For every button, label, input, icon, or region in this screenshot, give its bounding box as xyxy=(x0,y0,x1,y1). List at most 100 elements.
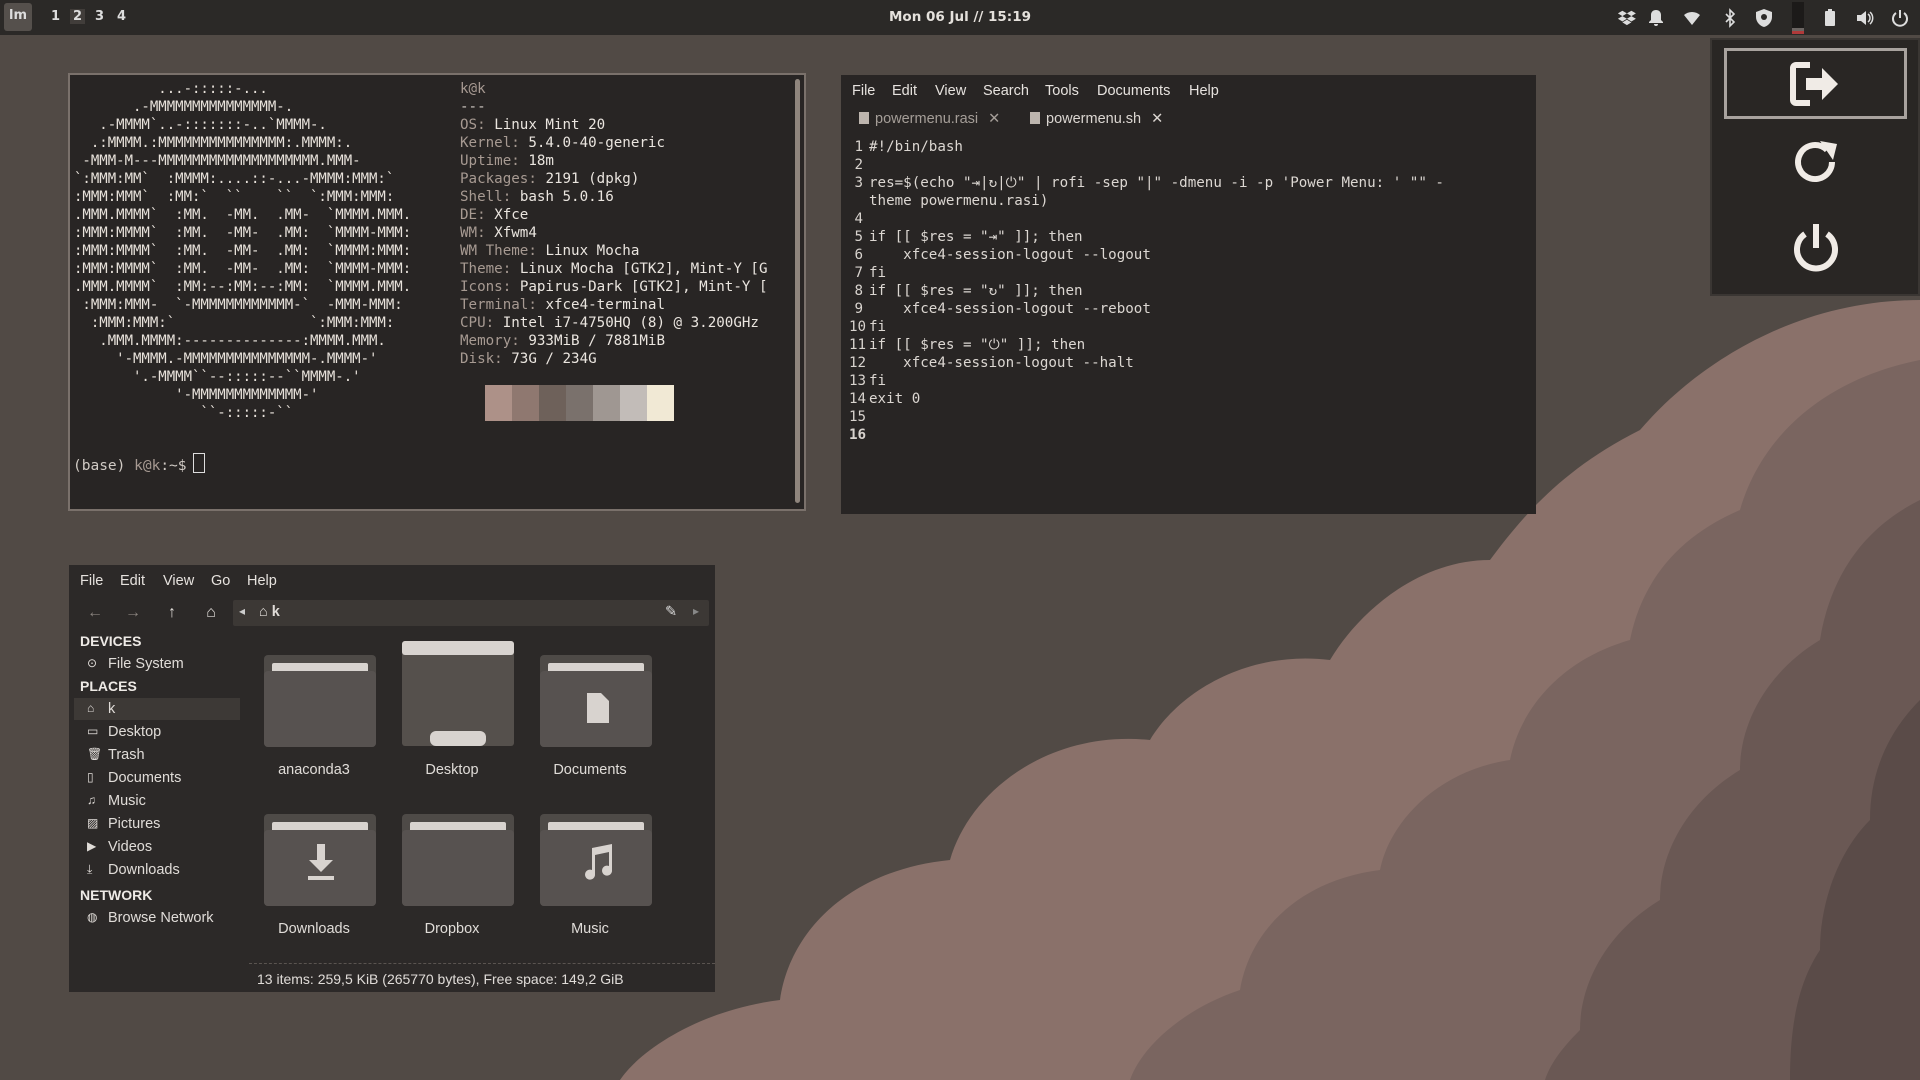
sidebar-item-file-system[interactable]: ⊙ File System xyxy=(74,653,240,675)
logout-option[interactable] xyxy=(1724,48,1907,119)
folder-anaconda3[interactable]: anaconda3 xyxy=(249,641,379,791)
path-bar[interactable]: ◂ ⌂ k ✎ ▸ xyxy=(233,600,709,626)
info-key: DE xyxy=(460,207,478,223)
editor-menu-edit[interactable]: Edit xyxy=(892,83,917,99)
code-line: 4 xyxy=(849,210,1444,228)
editor-tabs: powermenu.rasi ✕ powermenu.sh ✕ xyxy=(841,107,1536,133)
music-folder-icon xyxy=(540,814,652,906)
line-number: 14 xyxy=(849,391,867,407)
editor-menu-tools[interactable]: Tools xyxy=(1045,83,1079,99)
editor-menu-help[interactable]: Help xyxy=(1189,83,1219,99)
code-line: 14 exit 0 xyxy=(849,390,1444,408)
path-right-arrow-icon[interactable]: ▸ xyxy=(693,604,699,618)
sidebar-item-pictures[interactable]: ▨ Pictures xyxy=(74,813,240,835)
shutdown-option[interactable] xyxy=(1724,213,1907,284)
battery-icon[interactable] xyxy=(1820,8,1840,28)
edit-path-icon[interactable]: ✎ xyxy=(665,604,677,620)
reboot-option[interactable] xyxy=(1724,128,1907,199)
line-number: 7 xyxy=(854,265,863,281)
folder-label: anaconda3 xyxy=(278,762,350,778)
info-row-kernel: Kernel: 5.4.0-40-generic xyxy=(460,135,666,151)
editor-menu-documents[interactable]: Documents xyxy=(1097,83,1170,99)
up-button[interactable]: ↑ xyxy=(161,602,183,624)
line-text: xfce4-session-logout --logout xyxy=(869,247,1151,263)
code-area[interactable]: 1 #!/bin/bash 2 3 res=$(echo "⇥|↻|⏻" | rofi … xyxy=(849,138,1444,444)
path-crumb-home[interactable]: ⌂ k xyxy=(259,604,280,620)
folder-label: Desktop xyxy=(425,762,479,778)
power-icon[interactable] xyxy=(1890,8,1910,28)
tab-label: powermenu.rasi xyxy=(875,111,979,127)
picture-icon: ▨ xyxy=(87,816,99,830)
tab-powermenu-sh[interactable]: powermenu.sh ✕ xyxy=(1030,111,1163,127)
shield-icon[interactable] xyxy=(1754,8,1774,28)
wifi-icon[interactable] xyxy=(1682,8,1702,28)
user-host: k@k xyxy=(460,81,486,97)
sidebar-item-desktop[interactable]: ▭ Desktop xyxy=(74,721,240,743)
text-editor-window[interactable]: File Edit View Search Tools Documents He… xyxy=(841,75,1536,514)
downloads-folder-icon xyxy=(264,814,376,906)
fm-menu-file[interactable]: File xyxy=(80,573,103,589)
folder-music[interactable]: Music xyxy=(525,800,655,950)
forward-button[interactable]: → xyxy=(122,602,144,624)
info-key: Terminal xyxy=(460,297,529,313)
code-line: 12 xfce4-session-logout --halt xyxy=(849,354,1444,372)
editor-menu-view[interactable]: View xyxy=(935,83,966,99)
power-icon xyxy=(1793,223,1838,271)
fm-toolbar: ← → ↑ ⌂ ◂ ⌂ k ✎ ▸ xyxy=(69,598,715,628)
sidebar-item-videos[interactable]: ▶ Videos xyxy=(74,836,240,858)
info-value: Linux Mocha xyxy=(545,243,640,259)
network-icon: ◍ xyxy=(87,910,98,924)
folder-documents[interactable]: Documents xyxy=(525,641,655,791)
fm-menu-go[interactable]: Go xyxy=(211,573,230,589)
info-key: OS xyxy=(460,117,478,133)
editor-menu-file[interactable]: File xyxy=(852,83,875,99)
path-left-arrow-icon[interactable]: ◂ xyxy=(239,604,245,618)
fm-menu-view[interactable]: View xyxy=(163,573,194,589)
home-button[interactable]: ⌂ xyxy=(200,602,222,624)
line-text: xfce4-session-logout --halt xyxy=(869,355,1134,371)
back-button[interactable]: ← xyxy=(84,602,106,624)
fm-menu-help[interactable]: Help xyxy=(247,573,277,589)
sidebar-item-documents[interactable]: ▯ Documents xyxy=(74,767,240,789)
file-manager-window[interactable]: File Edit View Go Help ← → ↑ ⌂ ◂ ⌂ k ✎ ▸… xyxy=(69,565,715,992)
line-text: if [[ $res = "⇥" ]]; then xyxy=(869,229,1083,245)
code-line: 1 #!/bin/bash xyxy=(849,138,1444,156)
sidebar-item-browse-network[interactable]: ◍ Browse Network xyxy=(74,907,240,929)
drive-icon: ⊙ xyxy=(87,656,98,670)
volume-icon[interactable] xyxy=(1855,8,1875,28)
sidebar-item-k[interactable]: ⌂ k xyxy=(74,698,240,720)
editor-menu-search[interactable]: Search xyxy=(983,83,1029,99)
folder-desktop[interactable]: Desktop xyxy=(387,641,517,791)
terminal-scrollbar[interactable] xyxy=(795,79,800,503)
info-value: xfce4-terminal xyxy=(545,297,666,313)
section-devices: DEVICES xyxy=(80,633,142,649)
code-line: 2 xyxy=(849,156,1444,174)
tab-powermenu-rasi[interactable]: powermenu.rasi ✕ xyxy=(859,111,1000,127)
folder-downloads[interactable]: Downloads xyxy=(249,800,379,950)
sidebar-item-music[interactable]: ♫ Music xyxy=(74,790,240,812)
line-number: 16 xyxy=(849,427,867,443)
close-icon[interactable]: ✕ xyxy=(988,111,1000,127)
status-text: 13 items: 259,5 KiB (265770 bytes), Free… xyxy=(257,971,624,987)
home-icon: ⌂ xyxy=(259,604,272,620)
sidebar-item-downloads[interactable]: ⤓ Downloads xyxy=(74,859,240,881)
sidebar-item-label: Desktop xyxy=(108,724,162,740)
dropbox-icon[interactable] xyxy=(1617,8,1637,28)
folder-dropbox[interactable]: Dropbox xyxy=(387,800,517,950)
code-line: theme powermenu.rasi) xyxy=(849,192,1444,210)
bluetooth-icon[interactable] xyxy=(1720,8,1740,28)
code-line: 9 xfce4-session-logout --reboot xyxy=(849,300,1444,318)
shell-prompt[interactable]: (base) k@k:~$ xyxy=(73,453,205,474)
sidebar-item-trash[interactable]: 🗑 Trash xyxy=(74,744,240,766)
line-text: if [[ $res = "⏻" ]]; then xyxy=(869,337,1086,353)
terminal-window[interactable]: ...-:::::-... .-MMMMMMMMMMMMMMM-. .-MMMM… xyxy=(68,73,806,511)
close-icon[interactable]: ✕ xyxy=(1151,111,1163,127)
prompt-path: :~$ xyxy=(160,458,187,474)
info-key: WM Theme xyxy=(460,243,529,259)
sidebar-item-label: Downloads xyxy=(108,862,180,878)
info-key: Shell xyxy=(460,189,503,205)
info-row-packages: Packages: 2191 (dpkg) xyxy=(460,171,640,187)
bell-icon[interactable] xyxy=(1646,8,1666,28)
fm-menu-edit[interactable]: Edit xyxy=(120,573,145,589)
line-text: theme powermenu.rasi) xyxy=(869,193,1049,209)
